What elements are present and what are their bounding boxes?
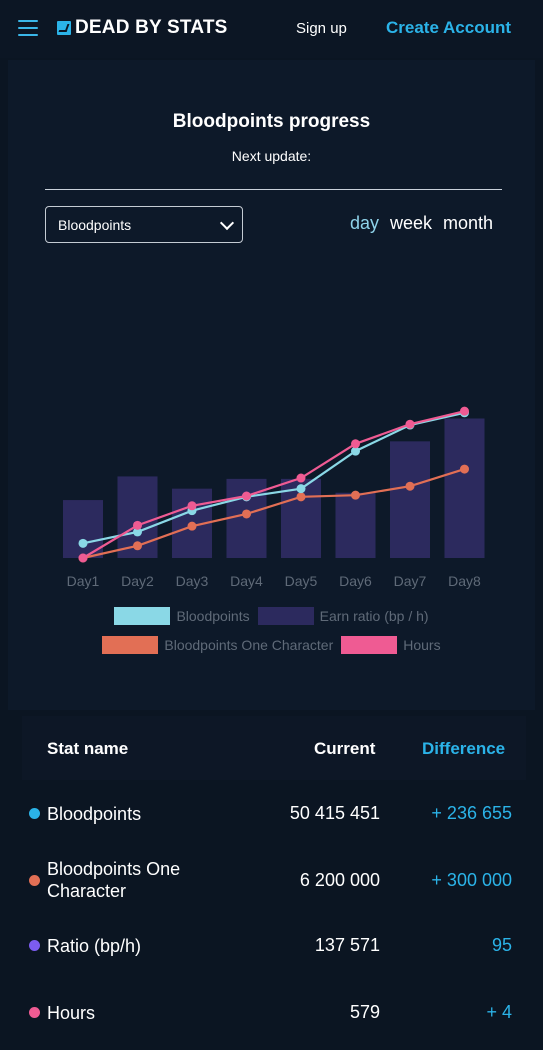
legend-label: Bloodpoints	[176, 608, 250, 624]
stat-dot-hours	[29, 1007, 40, 1018]
legend-label: Earn ratio (bp / h)	[319, 608, 429, 624]
stat-diff-one-character: + 300 000	[431, 870, 512, 890]
point-bloodpoints-one-character-5	[296, 492, 306, 502]
header-current: Current	[314, 739, 376, 758]
point-bloodpoints-one-character-2	[133, 541, 142, 551]
sign-up-link[interactable]: Sign up	[296, 20, 347, 37]
point-hours-8	[460, 406, 469, 416]
create-account-link[interactable]: Create Account	[386, 18, 511, 38]
x-tick-label: Day7	[394, 573, 427, 589]
stat-select-value: Bloodpoints	[58, 217, 132, 233]
point-bloodpoints-one-character-4	[242, 509, 251, 519]
legend-swatch-hours	[341, 636, 398, 654]
legend-label: Hours	[403, 637, 441, 653]
point-hours-6	[351, 439, 360, 449]
stat-current-hours: 579	[349, 1002, 380, 1022]
header-stat-name: Stat name	[47, 739, 129, 758]
x-tick-label: Day6	[339, 573, 372, 589]
bar-day7	[390, 441, 430, 558]
divider	[45, 189, 502, 190]
legend-earn-ratio[interactable]: Earn ratio (bp / h)	[257, 607, 429, 625]
range-month[interactable]: month	[443, 213, 493, 234]
legend-bloodpoints[interactable]: Bloodpoints	[114, 607, 250, 625]
logo[interactable]: DEAD BY STATS	[57, 17, 228, 39]
point-bloodpoints-one-character-7	[405, 481, 415, 491]
x-tick-label: Day8	[448, 573, 481, 589]
point-bloodpoints-5	[296, 484, 306, 494]
point-hours-5	[296, 473, 306, 483]
stat-dot-ratio	[29, 940, 40, 951]
x-tick-label: Day1	[67, 573, 100, 589]
legend-swatch-one-character	[102, 636, 159, 654]
point-bloodpoints-1	[78, 538, 88, 548]
point-bloodpoints-one-character-8	[460, 464, 469, 474]
point-hours-1	[78, 553, 88, 563]
header-difference: Difference	[422, 739, 506, 758]
point-hours-7	[405, 419, 415, 429]
legend-label: Bloodpoints One Character	[164, 637, 334, 653]
logo-icon	[57, 21, 71, 35]
legend-hours[interactable]: Hours	[341, 636, 441, 654]
legend-swatch-earn-ratio	[257, 607, 314, 625]
stat-current-ratio: 137 571	[314, 935, 380, 955]
bar-day6	[335, 492, 376, 558]
range-day[interactable]: day	[350, 213, 379, 234]
x-tick-label: Day2	[121, 573, 154, 589]
next-update-label: Next update:	[231, 148, 312, 164]
stat-name-bloodpoints: Bloodpoints	[47, 804, 142, 824]
chevron-down-icon	[219, 215, 235, 231]
x-tick-label: Day5	[285, 573, 318, 589]
top-bar: DEAD BY STATS Sign up Create Account	[0, 0, 543, 58]
stat-dot-bloodpoints	[29, 808, 40, 819]
stat-current-one-character: 6 200 000	[299, 870, 380, 890]
stat-select[interactable]: Bloodpoints	[45, 206, 243, 243]
stat-diff-ratio: 95	[491, 935, 512, 955]
x-tick-label: Day4	[230, 573, 263, 589]
legend-swatch-bloodpoints	[114, 607, 171, 625]
menu-icon[interactable]	[18, 20, 38, 36]
stat-current-bloodpoints: 50 415 451	[289, 803, 380, 823]
stat-dot-one-character	[29, 875, 40, 886]
range-week[interactable]: week	[390, 213, 432, 234]
stat-name-ratio: Ratio (bp/h)	[47, 936, 142, 956]
bar-day8	[444, 418, 485, 558]
stat-diff-bloodpoints: + 236 655	[431, 803, 512, 823]
point-bloodpoints-one-character-3	[187, 521, 197, 531]
x-tick-label: Day3	[176, 573, 209, 589]
logo-text: DEAD BY STATS	[75, 17, 228, 38]
bloodpoints-chart: Day1 Day2 Day3 Day4 Day5 Day6 Day7 Day8	[63, 406, 485, 589]
stat-name-hours: Hours	[47, 1003, 96, 1023]
stat-name-one-character: Bloodpoints One Character	[47, 859, 181, 901]
legend-one-character[interactable]: Bloodpoints One Character	[102, 636, 333, 654]
point-hours-2	[133, 520, 142, 530]
stat-diff-hours: + 4	[486, 1002, 512, 1022]
point-bloodpoints-one-character-6	[351, 490, 360, 500]
point-hours-3	[187, 501, 197, 511]
legend-row-2: Bloodpoints One Character Hours	[0, 636, 543, 654]
point-hours-4	[242, 491, 251, 501]
legend-row-1: Bloodpoints Earn ratio (bp / h)	[0, 607, 543, 625]
section-title: Bloodpoints progress	[172, 111, 371, 132]
